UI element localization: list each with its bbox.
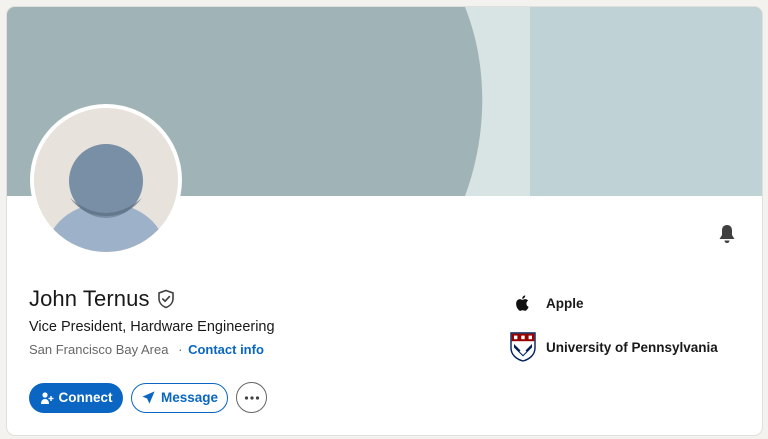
profile-name: John Ternus [29,286,150,311]
message-button[interactable]: Message [131,382,228,413]
more-actions-button[interactable] [236,382,267,413]
add-person-icon [40,391,54,405]
profile-photo[interactable] [30,104,182,256]
location-row: San Francisco Bay Area · Contact info [29,342,264,357]
verified-shield-icon[interactable] [156,289,176,309]
message-label: Message [160,390,219,405]
contact-info-link[interactable]: Contact info [188,342,264,357]
name-row: John Ternus [29,286,176,312]
connect-button[interactable]: Connect [29,382,123,413]
apple-logo-icon [510,288,536,318]
org-item-upenn[interactable]: University of Pennsylvania [510,332,718,362]
connect-label: Connect [58,390,113,405]
avatar [34,108,178,252]
org-item-apple[interactable]: Apple [510,288,718,318]
organizations-list: Apple University of Pennsylvania [510,288,718,362]
separator-dot: · [178,342,183,357]
profile-actions: Connect Message [29,382,267,413]
org-label-upenn: University of Pennsylvania [546,339,718,355]
upenn-shield-icon [510,332,536,362]
send-icon [141,390,156,405]
profile-headline: Vice President, Hardware Engineering [29,319,275,335]
profile-location: San Francisco Bay Area [29,342,169,357]
bell-icon[interactable] [715,222,739,246]
ellipsis-icon [244,395,260,400]
org-label-apple: Apple [546,295,584,311]
default-avatar-icon [34,108,178,252]
profile-card: John Ternus Vice President, Hardware Eng… [7,7,762,435]
